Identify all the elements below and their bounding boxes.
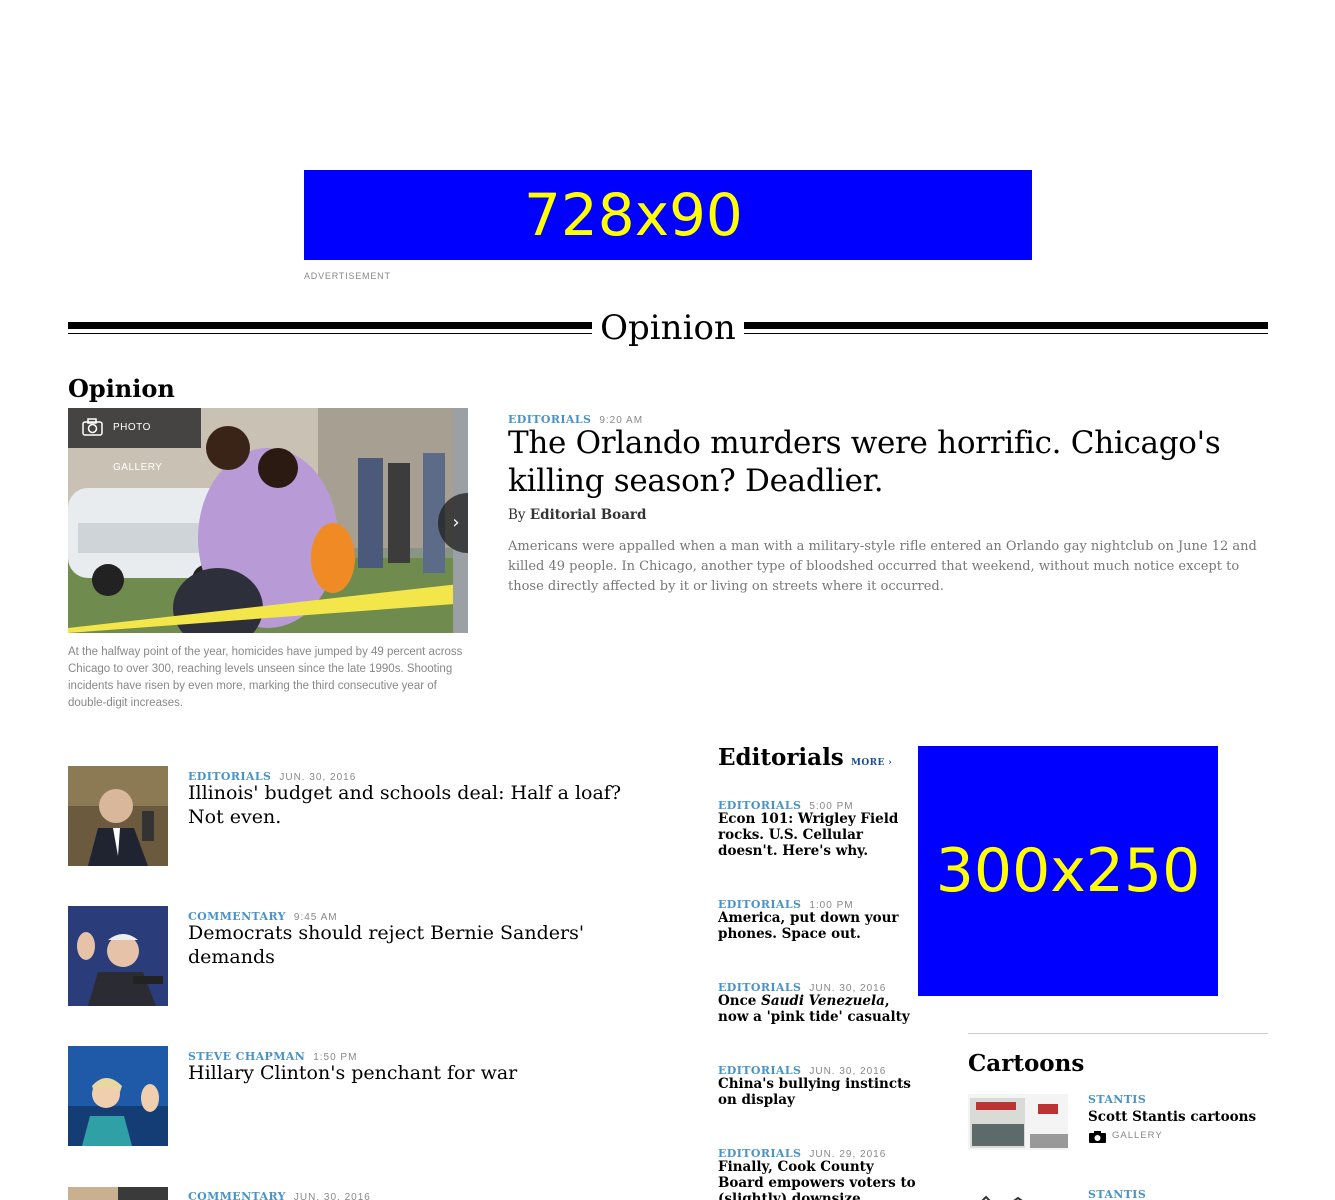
headline-part: Once [718, 993, 762, 1009]
story-thumbnail[interactable] [68, 1046, 168, 1146]
cartoons-divider [968, 1033, 1268, 1034]
section-title: Opinion [600, 308, 736, 348]
opinion-heading[interactable]: Opinion [68, 374, 175, 403]
story-headline[interactable]: Illinois' budget and schools deal: Half … [188, 781, 658, 829]
lead-byline: By Editorial Board [508, 507, 647, 523]
story-thumbnail[interactable] [68, 1186, 168, 1200]
editorial-headline[interactable]: Econ 101: Wrigley Field rocks. U.S. Cell… [718, 811, 918, 859]
cartoon-thumbnail[interactable] [968, 1190, 1068, 1200]
cartoon-kicker[interactable]: STANTIS [1088, 1093, 1146, 1106]
editorials-more-link[interactable]: MORE › [851, 758, 892, 768]
cartoon-title[interactable]: Scott Stantis cartoons [1088, 1109, 1256, 1125]
section-rule-right [744, 322, 1268, 329]
story-kicker[interactable]: COMMENTARY [188, 1190, 286, 1200]
story-thumbnail[interactable] [68, 766, 168, 866]
editorials-heading[interactable]: Editorials [718, 744, 844, 771]
editorial-headline[interactable]: America, put down your phones. Space out… [718, 910, 918, 942]
story-headline[interactable]: Hillary Clinton's penchant for war [188, 1061, 658, 1085]
leaderboard-ad[interactable]: 728x90 [304, 170, 1032, 260]
lead-summary: Americans were appalled when a man with … [508, 539, 1257, 594]
byline-author[interactable]: Editorial Board [530, 507, 647, 523]
cartoon-kicker[interactable]: STANTIS [1088, 1188, 1146, 1200]
story-thumbnail[interactable] [68, 906, 168, 1006]
story-meta: COMMENTARY JUN. 30, 2016 [188, 1185, 371, 1200]
cartoons-heading[interactable]: Cartoons [968, 1050, 1084, 1077]
rectangle-ad[interactable]: 300x250 [918, 746, 1218, 996]
headline-emphasis: Saudi Venezuela [761, 993, 885, 1009]
editorial-headline[interactable]: China's bullying instincts on display [718, 1076, 918, 1108]
byline-prefix: By [508, 507, 526, 523]
section-rule-left [68, 322, 592, 329]
advertisement-label: ADVERTISEMENT [304, 271, 391, 281]
camera-icon [82, 418, 103, 436]
story-headline[interactable]: Democrats should reject Bernie Sanders' … [188, 921, 658, 969]
cartoon-gallery-label[interactable]: GALLERY [1112, 1130, 1163, 1141]
lead-headline[interactable]: The Orlando murders were horrific. Chica… [508, 424, 1268, 500]
section-rule-left-thin [68, 333, 592, 334]
editorial-headline[interactable]: Once Saudi Venezuela, now a 'pink tide' … [718, 993, 918, 1025]
story-timestamp: JUN. 30, 2016 [293, 1192, 371, 1200]
camera-icon [1089, 1128, 1106, 1143]
cartoon-thumbnail[interactable] [968, 1094, 1068, 1150]
section-rule-right-thin [744, 333, 1268, 334]
editorial-headline[interactable]: Finally, Cook County Board empowers vote… [718, 1159, 918, 1200]
photo-caption: At the halfway point of the year, homici… [68, 646, 463, 709]
